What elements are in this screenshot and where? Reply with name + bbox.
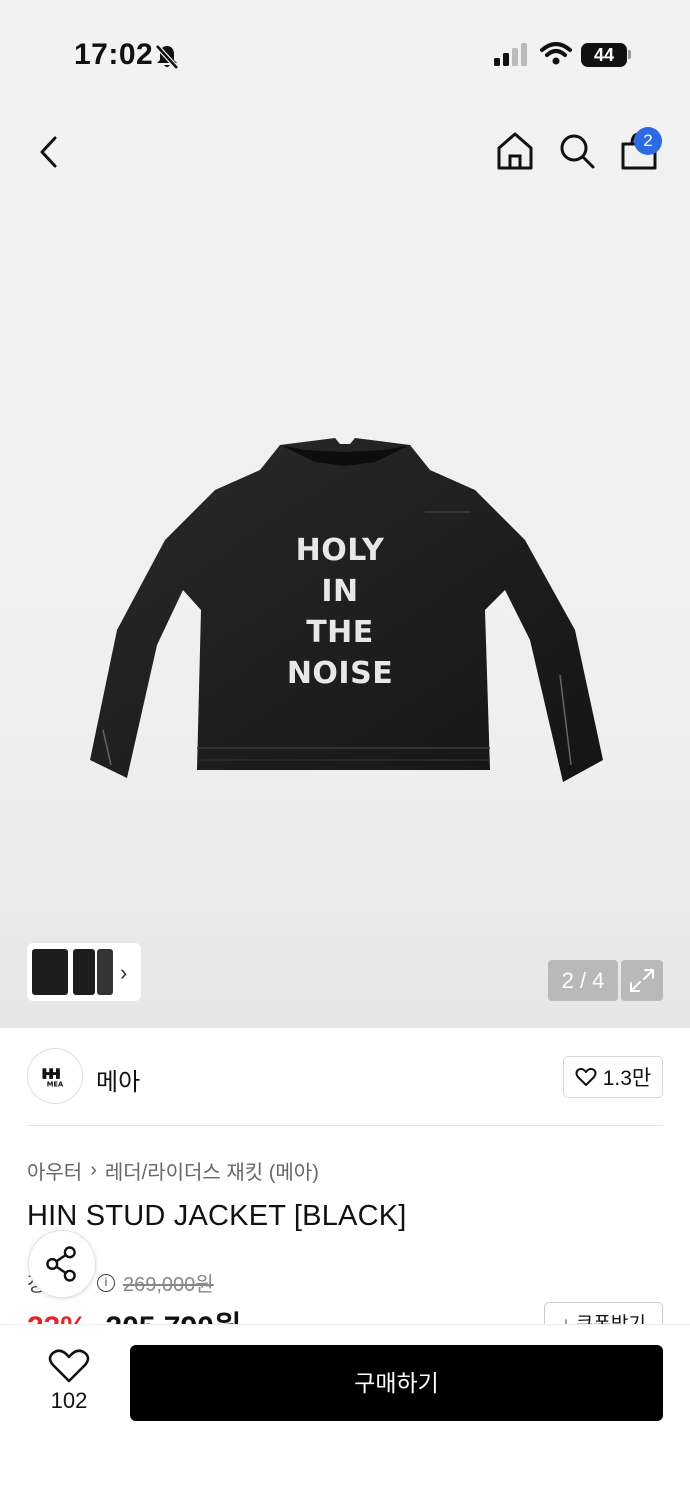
chevron-right-icon: › bbox=[90, 1159, 97, 1181]
battery-tip bbox=[628, 50, 631, 59]
heart-icon bbox=[575, 1067, 597, 1086]
print-line: THE bbox=[306, 615, 374, 650]
expand-icon[interactable] bbox=[621, 960, 663, 1001]
wifi-icon bbox=[540, 42, 572, 65]
product-title: HIN STUD JACKET [BLACK] bbox=[27, 1200, 407, 1232]
wishlist-heart-icon[interactable] bbox=[44, 1348, 94, 1384]
jacket-print-text: HOLY IN THE NOISE bbox=[240, 530, 440, 694]
brand-logo[interactable]: MEA bbox=[27, 1048, 83, 1104]
thumbnail[interactable] bbox=[32, 949, 68, 995]
bell-muted-icon bbox=[155, 44, 179, 70]
brand-like-button[interactable]: 1.3만 bbox=[563, 1056, 663, 1098]
back-arrow-icon[interactable] bbox=[30, 130, 70, 174]
original-price: 269,000원 bbox=[123, 1274, 214, 1296]
divider bbox=[27, 1125, 663, 1126]
coupon-button[interactable]: ↓ 쿠폰받기 bbox=[544, 1302, 663, 1326]
breadcrumb-item[interactable]: 아우터 bbox=[27, 1156, 82, 1185]
sale-price-row: 23% 205,790원 bbox=[27, 1302, 447, 1326]
brand-logo-text: MEA bbox=[47, 1081, 64, 1089]
brand-like-count: 1.3만 bbox=[602, 1067, 652, 1090]
brand-name[interactable]: 메아 bbox=[96, 1062, 140, 1097]
print-line: HOLY bbox=[295, 533, 385, 568]
info-icon[interactable]: i bbox=[97, 1273, 115, 1292]
search-icon[interactable] bbox=[556, 130, 598, 172]
wishlist-count: 102 bbox=[50, 1388, 88, 1413]
image-counter: 2 / 4 bbox=[548, 960, 618, 1001]
status-bar: 17:02 44 bbox=[0, 0, 690, 100]
thumbnail[interactable] bbox=[73, 949, 95, 995]
thumbnail[interactable] bbox=[97, 949, 113, 995]
battery-level: 44 bbox=[581, 43, 627, 67]
chevron-right-icon[interactable]: › bbox=[120, 960, 127, 986]
print-line: NOISE bbox=[286, 656, 394, 691]
print-line: IN bbox=[321, 574, 359, 609]
buy-button[interactable]: 구매하기 bbox=[130, 1345, 663, 1421]
signal-icon bbox=[494, 43, 527, 66]
status-time: 17:02 bbox=[74, 38, 154, 71]
breadcrumb: 아우터 › 레더/라이더스 재킷 (메아) bbox=[27, 1156, 319, 1185]
cart-count-badge: 2 bbox=[634, 127, 662, 155]
home-icon[interactable] bbox=[494, 130, 536, 172]
breadcrumb-item[interactable]: 레더/라이더스 재킷 (메아) bbox=[105, 1156, 319, 1185]
share-icon[interactable] bbox=[28, 1230, 96, 1298]
